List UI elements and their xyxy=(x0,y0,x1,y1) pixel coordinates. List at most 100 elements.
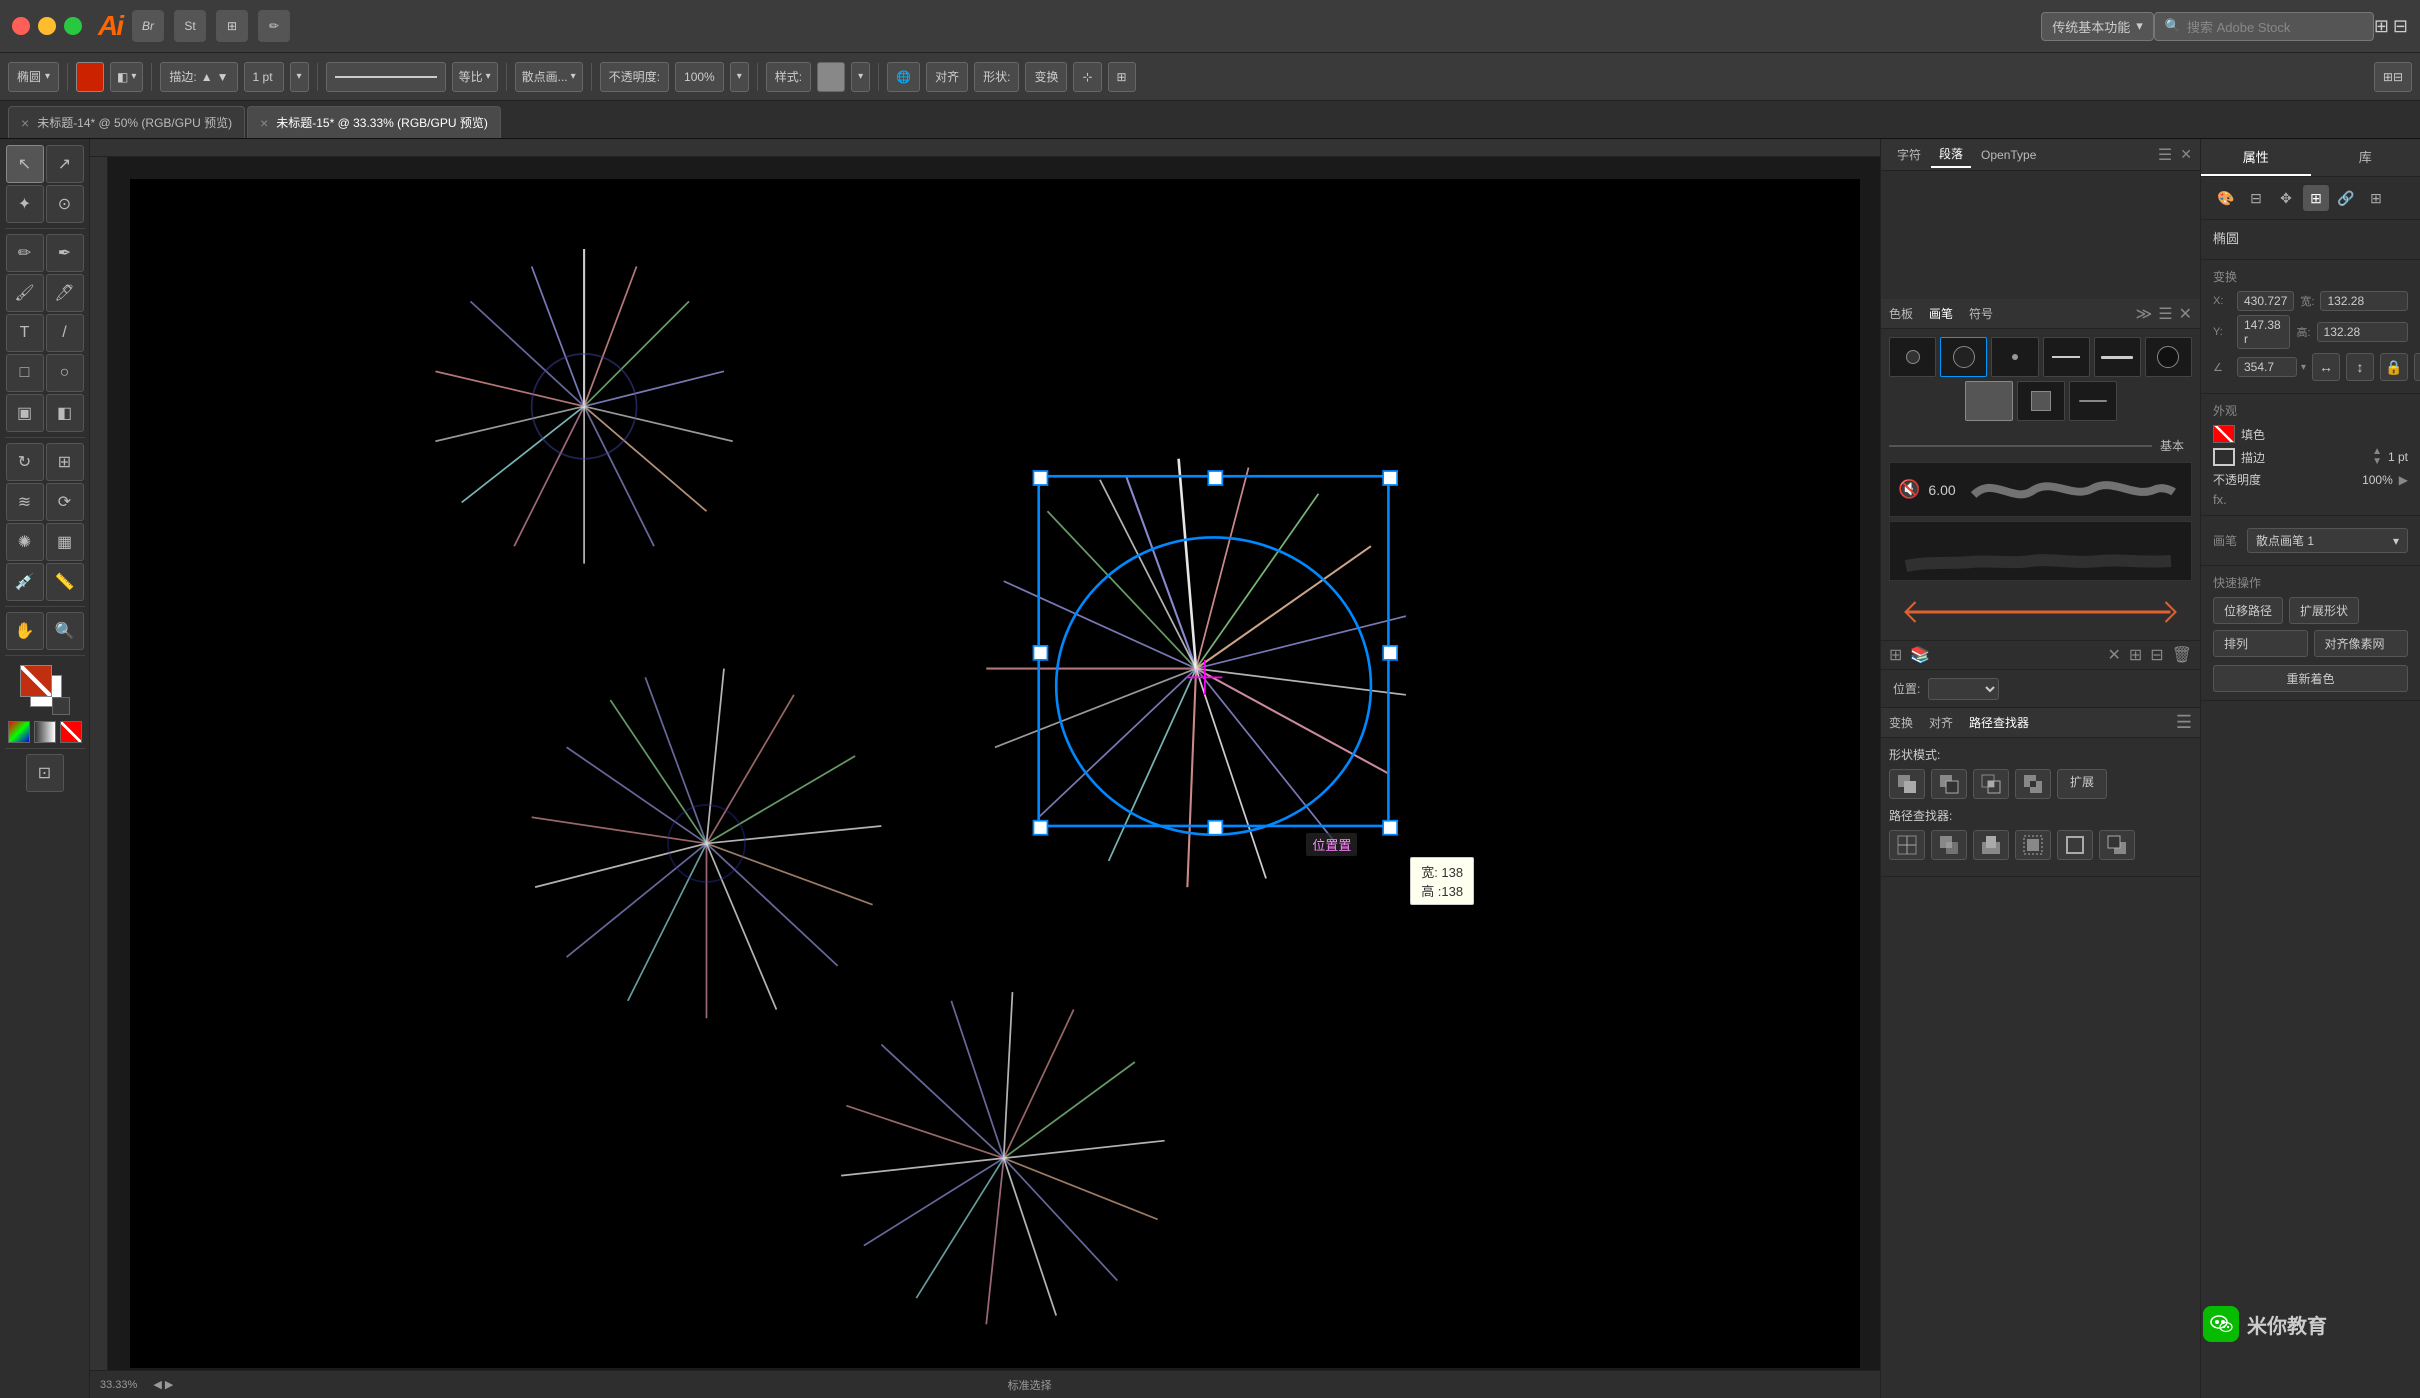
gradient-tool[interactable]: ◧ xyxy=(46,394,84,432)
library-icon[interactable]: 📚 xyxy=(1910,645,1930,665)
arrange-btn[interactable]: 排列 xyxy=(2213,630,2308,657)
window-controls[interactable] xyxy=(12,17,82,35)
grid-view-btn[interactable]: ⊞⊟ xyxy=(2374,62,2412,92)
brush-select[interactable]: 散点画笔 1 ▾ xyxy=(2247,528,2408,553)
lock-icon[interactable]: 🔒 xyxy=(2380,353,2408,381)
tab-document-1[interactable]: × 未标题-14* @ 50% (RGB/GPU 预览) xyxy=(8,106,245,138)
stroke-swatch[interactable] xyxy=(2213,448,2235,466)
panel-grid-icons[interactable]: ⊞ ⊟ xyxy=(2374,16,2408,37)
shape-label2[interactable]: 形状: xyxy=(974,62,1019,92)
bridge-icon[interactable]: Br xyxy=(132,10,164,42)
pen-tool[interactable]: ✏ xyxy=(6,234,44,272)
flip-v-icon[interactable]: ↕ xyxy=(2346,353,2374,381)
fill-swatch[interactable] xyxy=(20,665,52,697)
brush-cell-mid[interactable] xyxy=(2017,381,2065,421)
shift-path-btn[interactable]: 位移路径 xyxy=(2213,597,2283,624)
brush-add-icon[interactable]: ⊞ xyxy=(2129,645,2142,665)
layer-icon[interactable]: ⊟ xyxy=(2243,185,2269,211)
mute-icon[interactable]: 🔇 xyxy=(1898,479,1920,500)
chevron-down-icon[interactable]: ▾ xyxy=(2301,362,2306,373)
panel-close-icon[interactable]: ✕ xyxy=(2180,146,2192,163)
canvas-area[interactable]: 宽: 138 高 :138 位置置 33.33% ◀ ▶ 标准选择 xyxy=(90,139,1880,1398)
exclude-btn[interactable] xyxy=(2015,769,2051,799)
link-icon[interactable]: 🔗 xyxy=(2333,185,2359,211)
x-value[interactable]: 430.727 xyxy=(2237,291,2294,311)
minus-back-btn[interactable] xyxy=(2099,830,2135,860)
pen-icon[interactable]: ✏ xyxy=(258,10,290,42)
none-mode-btn[interactable] xyxy=(60,721,82,743)
minus-front-btn[interactable] xyxy=(1931,769,1967,799)
grid-icon[interactable]: ⊞ xyxy=(2374,16,2389,37)
expand-shape-btn[interactable]: 扩展形状 xyxy=(2289,597,2359,624)
scatter-brush-dropdown[interactable]: 散点画... ▾ xyxy=(515,62,583,92)
opacity-expand-icon[interactable]: ▶ xyxy=(2399,473,2408,487)
fill-dropdown[interactable]: ◧ ▾ xyxy=(110,62,143,92)
stroke-unit-dropdown[interactable]: ▾ xyxy=(290,62,309,92)
stroke-down-icon[interactable]: ▼ xyxy=(2372,457,2382,467)
align-label[interactable]: 对齐 xyxy=(926,62,968,92)
reset-appearance-btn[interactable]: 重新着色 xyxy=(2213,665,2408,692)
panel-menu-icon[interactable]: ☰ xyxy=(2158,304,2172,324)
line-style-dropdown[interactable]: 等比 ▾ xyxy=(452,62,498,92)
tab-para[interactable]: 段落 xyxy=(1931,141,1971,168)
tab-pathfinder[interactable]: 路径查找器 xyxy=(1969,714,2029,731)
flip-h-icon[interactable]: ↔ xyxy=(2312,353,2340,381)
brush-tool[interactable]: 🖌 xyxy=(6,274,44,312)
transform-label[interactable]: 变换 xyxy=(1025,62,1067,92)
tab-library[interactable]: 库 xyxy=(2311,139,2420,176)
blend-tool[interactable]: ⟳ xyxy=(46,483,84,521)
new-brush-icon[interactable]: ⊞ xyxy=(1889,645,1902,665)
width-value[interactable]: 132.28 xyxy=(2320,291,2408,311)
brush-cell-line[interactable] xyxy=(2069,381,2117,421)
tab-align[interactable]: 对齐 xyxy=(1929,714,1953,731)
embed-icon[interactable]: ⊞ xyxy=(2363,185,2389,211)
divide-btn[interactable] xyxy=(1889,830,1925,860)
type-tool[interactable]: T xyxy=(6,314,44,352)
workspace-dropdown[interactable]: 传统基本功能 ▾ xyxy=(2041,12,2154,41)
rotate-tool[interactable]: ↻ xyxy=(6,443,44,481)
outline-btn[interactable] xyxy=(2057,830,2093,860)
brush-cell-3[interactable] xyxy=(1991,337,2038,377)
brush-dupe-icon[interactable]: ⊟ xyxy=(2150,645,2163,665)
select-tool[interactable]: ↖ xyxy=(6,145,44,183)
shaper-tool[interactable]: 🖊 xyxy=(46,274,84,312)
down-arrow-icon[interactable]: ▼ xyxy=(217,70,229,84)
expand-icon[interactable]: ⊟ xyxy=(2393,16,2408,37)
fill-swatch[interactable] xyxy=(2213,425,2235,443)
warp-tool[interactable]: ≋ xyxy=(6,483,44,521)
merge-btn[interactable] xyxy=(1973,830,2009,860)
paint-bucket-tool[interactable]: ▣ xyxy=(6,394,44,432)
pencil-tool[interactable]: ✒ xyxy=(46,234,84,272)
paint-icon[interactable]: 🎨 xyxy=(2213,185,2239,211)
none-swatch[interactable] xyxy=(52,697,70,715)
tab-brushes[interactable]: 画笔 xyxy=(1929,305,1953,322)
intersect-btn[interactable] xyxy=(1973,769,2009,799)
stock-icon[interactable]: St xyxy=(174,10,206,42)
up-arrow-icon[interactable]: ▲ xyxy=(201,70,213,84)
panel-expand-icon[interactable]: ☰ xyxy=(2158,145,2172,165)
fill-color-swatch[interactable] xyxy=(76,62,104,92)
line-tool[interactable]: / xyxy=(46,314,84,352)
unite-btn[interactable] xyxy=(1889,769,1925,799)
brush-cell-blank[interactable] xyxy=(1965,381,2013,421)
anchor-tool[interactable]: ✦ xyxy=(6,185,44,223)
tab-properties[interactable]: 属性 xyxy=(2201,139,2311,176)
gradient-mode-btn[interactable] xyxy=(34,721,56,743)
lasso-tool[interactable]: ⊙ xyxy=(46,185,84,223)
y-value[interactable]: 147.38 r xyxy=(2237,315,2290,349)
opacity-value[interactable]: 100% xyxy=(675,62,724,92)
tab-char[interactable]: 字符 xyxy=(1889,142,1929,167)
move-icon[interactable]: ✥ xyxy=(2273,185,2299,211)
stroke-value[interactable]: 1 pt xyxy=(244,62,284,92)
workspace-icon[interactable]: ⊞ xyxy=(216,10,248,42)
rect-tool[interactable]: □ xyxy=(6,354,44,392)
height-value[interactable]: 132.28 xyxy=(2317,322,2408,342)
global-icon[interactable]: 🌐 xyxy=(887,62,920,92)
fill-stroke-swatches[interactable] xyxy=(20,665,70,715)
stroke-stepper[interactable]: ▲ ▼ xyxy=(2372,447,2382,467)
panel-close-icon[interactable]: ✕ xyxy=(2179,304,2192,324)
style-swatch[interactable] xyxy=(817,62,845,92)
ellipse-tool[interactable]: ○ xyxy=(46,354,84,392)
more-icon[interactable]: ⊞ xyxy=(1108,62,1136,92)
style-dropdown[interactable]: ▾ xyxy=(851,62,870,92)
